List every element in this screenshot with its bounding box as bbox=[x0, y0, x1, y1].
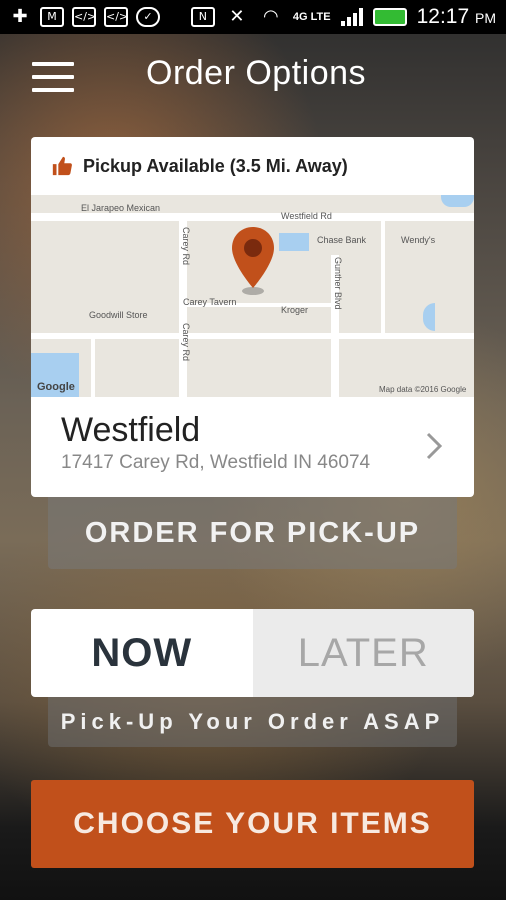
nfc-icon: N bbox=[190, 7, 215, 27]
availability-row: Pickup Available (3.5 Mi. Away) bbox=[31, 137, 474, 195]
mute-icon: ✕ bbox=[229, 6, 245, 27]
now-option[interactable]: NOW bbox=[31, 609, 253, 697]
store-card[interactable]: Pickup Available (3.5 Mi. Away) El Jarap… bbox=[31, 137, 474, 497]
map-label: Chase Bank bbox=[317, 235, 367, 245]
signal-icon bbox=[340, 8, 363, 26]
time-toggle: NOW LATER bbox=[31, 609, 474, 697]
page-title: Order Options bbox=[146, 54, 367, 92]
network-type: 4G LTE bbox=[292, 11, 331, 23]
store-map[interactable]: El Jarapeo Mexican Westfield Rd Chase Ba… bbox=[31, 195, 474, 397]
add-icon: ✚ bbox=[12, 6, 28, 27]
status-bar: ✚ M </> </> ✓ N ✕ ◠ 4G LTE 12:17 PM bbox=[0, 0, 506, 34]
choose-items-button[interactable]: CHOOSE YOUR ITEMS bbox=[31, 780, 474, 868]
map-attribution: Map data ©2016 Google bbox=[379, 385, 467, 394]
map-label: Westfield Rd bbox=[281, 211, 332, 221]
chevron-right-icon[interactable] bbox=[424, 432, 444, 460]
map-label: Kroger bbox=[281, 305, 309, 315]
wifi-icon: ◠ bbox=[263, 6, 279, 27]
app-header: Order Options bbox=[0, 34, 506, 120]
store-address: 17417 Carey Rd, Westfield IN 46074 bbox=[61, 452, 371, 473]
gmail-icon: M bbox=[40, 7, 64, 27]
asap-label: Pick-Up Your Order ASAP bbox=[48, 697, 457, 747]
map-label: Goodwill Store bbox=[89, 310, 148, 320]
google-logo: Google bbox=[37, 381, 75, 393]
battery-icon bbox=[372, 8, 407, 26]
store-name: Westfield bbox=[61, 411, 201, 449]
checkmark-icon: ✓ bbox=[136, 7, 160, 27]
clock: 12:17 PM bbox=[416, 5, 496, 28]
map-label: Carey Rd bbox=[181, 227, 191, 266]
code-icon-2: </> bbox=[104, 7, 128, 27]
map-label: El Jarapeo Mexican bbox=[81, 203, 161, 213]
order-for-pickup-tab[interactable]: ORDER FOR PICK-UP bbox=[48, 497, 457, 569]
map-label: Carey Tavern bbox=[183, 297, 237, 307]
map-label: Wendy's bbox=[401, 235, 436, 245]
map-label: Carey Rd bbox=[181, 323, 191, 362]
hamburger-menu-icon[interactable] bbox=[32, 62, 74, 92]
availability-text: Pickup Available (3.5 Mi. Away) bbox=[83, 155, 348, 176]
later-option[interactable]: LATER bbox=[252, 609, 474, 697]
thumbs-up-icon bbox=[52, 156, 72, 176]
code-icon: </> bbox=[72, 7, 96, 27]
location-pin-icon bbox=[232, 227, 274, 295]
map-label: Gunther Blvd bbox=[333, 257, 343, 310]
